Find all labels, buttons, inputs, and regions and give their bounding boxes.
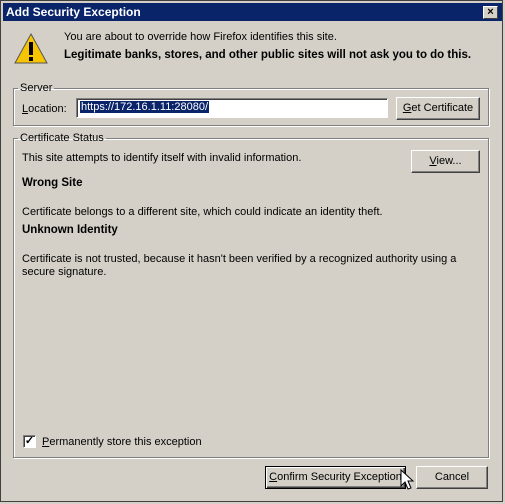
unknown-identity-title: Unknown Identity	[22, 224, 118, 236]
title-bar: Add Security Exception ×	[3, 3, 502, 21]
wrong-site-description: Certificate belongs to a different site,…	[22, 206, 383, 218]
certificate-status-legend: Certificate Status	[20, 132, 104, 144]
permanent-store-checkbox[interactable]: ✓	[23, 435, 36, 448]
get-certificate-button[interactable]: Get Certificate	[396, 97, 480, 120]
cancel-button[interactable]: Cancel	[416, 466, 488, 489]
location-value: https://172.16.1.11:28080/	[80, 101, 210, 113]
mouse-pointer-icon	[400, 469, 415, 490]
location-label-text: ocation:	[28, 103, 67, 115]
close-button[interactable]: ×	[483, 6, 498, 19]
confirm-label: onfirm Security Exception	[277, 471, 402, 483]
confirm-security-exception-button[interactable]: Confirm Security Exception	[265, 466, 406, 489]
checkmark-icon: ✓	[24, 435, 35, 447]
certificate-status-group: Certificate Status	[13, 132, 489, 458]
unknown-identity-description-2: secure signature.	[22, 266, 107, 278]
get-cert-label: et Certificate	[411, 102, 474, 114]
status-summary: This site attempts to identify itself wi…	[22, 152, 302, 164]
dialog-title: Add Security Exception	[6, 5, 141, 19]
wrong-site-title: Wrong Site	[22, 177, 83, 189]
warning-icon	[14, 32, 48, 64]
unknown-identity-description-1: Certificate is not trusted, because it h…	[22, 253, 457, 265]
server-legend: Server	[20, 82, 53, 94]
location-input[interactable]: https://172.16.1.11:28080/	[76, 98, 388, 118]
confirm-accel: C	[269, 471, 278, 483]
location-label: Location:	[22, 103, 67, 115]
intro-message: You are about to override how Firefox id…	[64, 31, 337, 43]
close-icon: ×	[487, 6, 494, 18]
cancel-label: Cancel	[434, 471, 470, 483]
view-certificate-button[interactable]: View...	[411, 150, 480, 173]
permanent-label-text: ermanently store this exception	[49, 436, 202, 448]
view-accel: V	[429, 155, 437, 167]
permanent-store-label[interactable]: Permanently store this exception	[42, 436, 202, 448]
view-label: iew...	[436, 155, 462, 167]
intro-warning: Legitimate banks, stores, and other publ…	[64, 49, 472, 61]
